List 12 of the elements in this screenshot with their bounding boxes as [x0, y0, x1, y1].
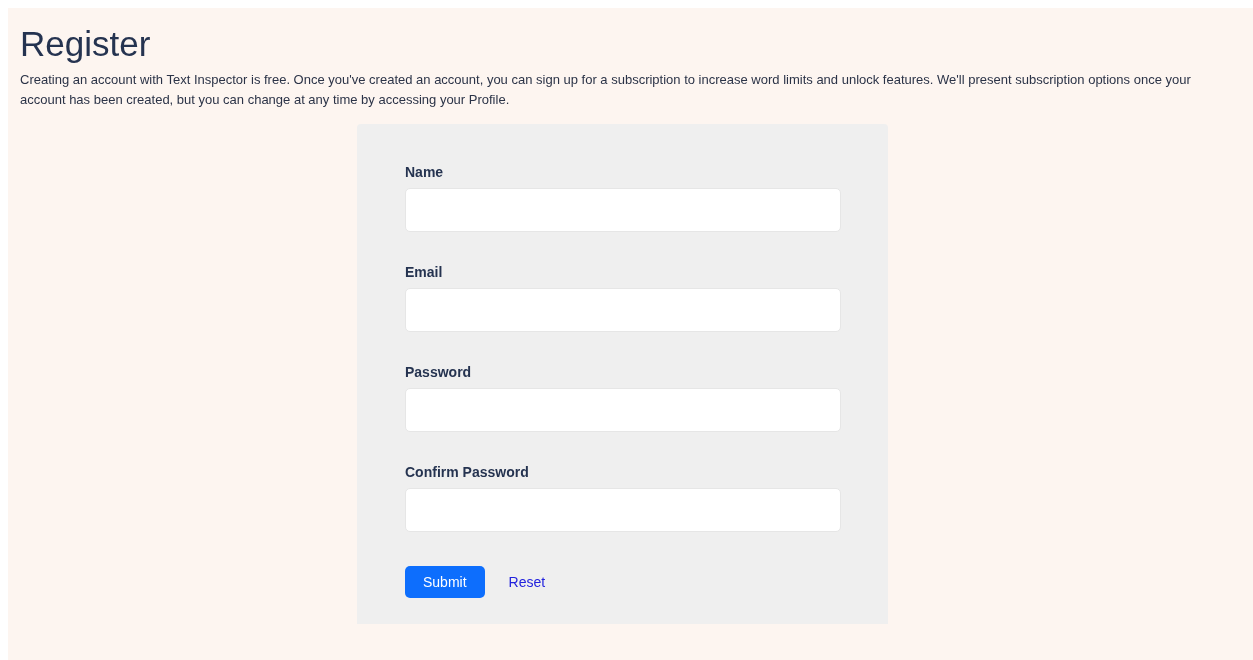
field-label: Name: [405, 164, 445, 180]
field-label: Email: [405, 264, 444, 280]
page-title: Register: [20, 24, 152, 64]
submit-button[interactable]: Submit: [405, 566, 485, 598]
field-label: Confirm Password: [405, 464, 530, 480]
input-field[interactable]: [405, 188, 841, 232]
intro-text: Creating an account with Text Inspector is free. Once you've created an account, you can sign up for a subscription to increase word limits and unlock features. We'll present subscription options once your account has been created, but you can change at any time by accessing your Profile.: [20, 71, 1192, 109]
input-field[interactable]: [405, 488, 841, 532]
reset-link[interactable]: Reset: [508, 574, 546, 590]
field-label: Password: [405, 364, 473, 380]
input-field[interactable]: [405, 288, 841, 332]
input-field[interactable]: [405, 388, 841, 432]
